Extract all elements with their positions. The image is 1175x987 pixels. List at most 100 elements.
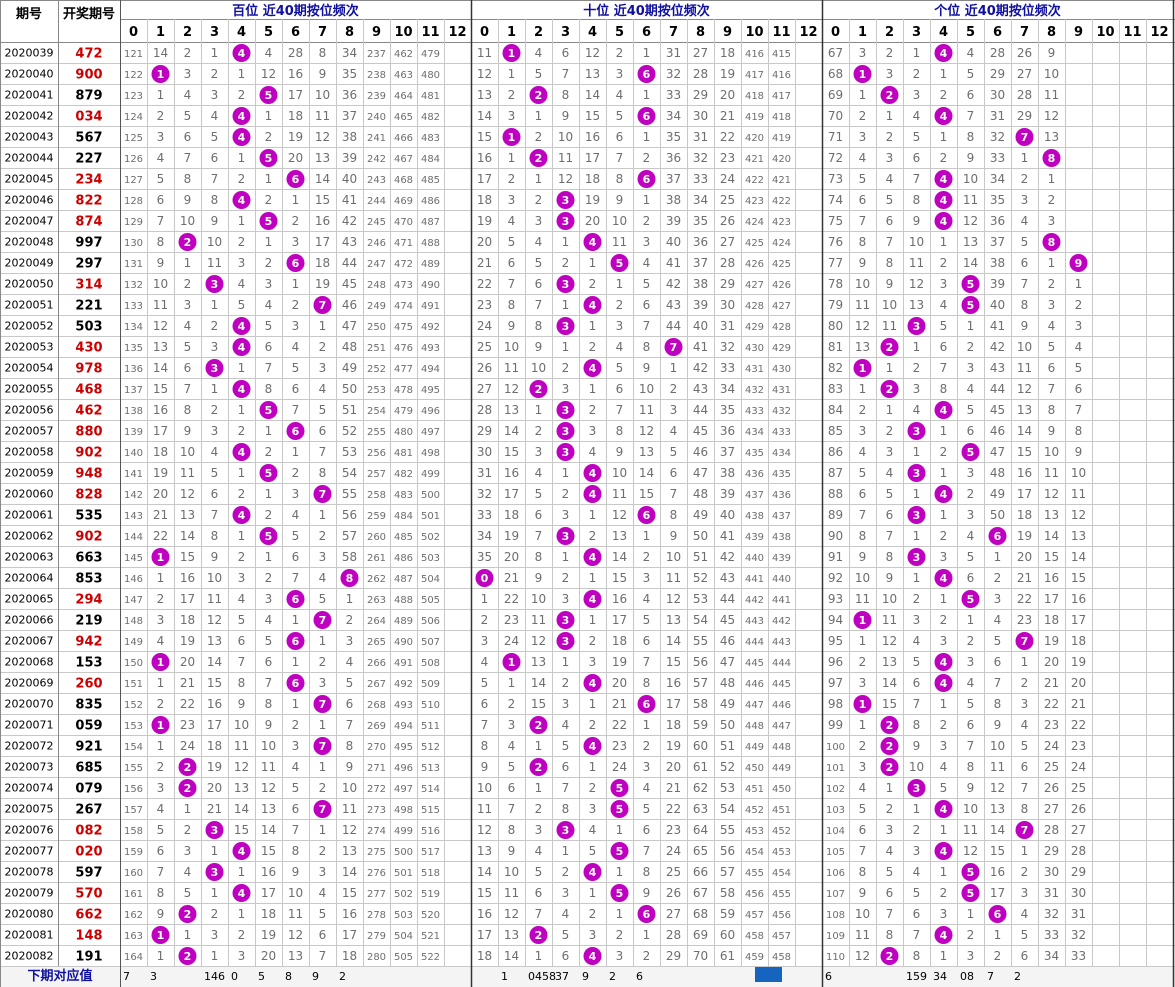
period-cell: 2020082	[5, 950, 54, 963]
miss-count: 423	[745, 196, 764, 207]
miss-count: 46	[342, 298, 357, 312]
hit-digit: 6	[643, 698, 651, 711]
digit-col-header: 11	[421, 25, 439, 40]
miss-count: 7	[292, 823, 300, 837]
miss-count: 428	[745, 301, 764, 312]
miss-count: 3	[265, 592, 273, 606]
miss-count: 488	[421, 238, 440, 249]
miss-count: 4	[967, 46, 975, 60]
miss-count: 53	[693, 592, 708, 606]
miss-count: 3	[157, 613, 165, 627]
miss-count: 416	[745, 49, 764, 60]
miss-count: 425	[745, 238, 764, 249]
miss-count: 483	[421, 133, 440, 144]
miss-count: 29	[990, 67, 1005, 81]
digit-col-header: 2	[534, 25, 543, 40]
miss-count: 49	[342, 361, 357, 375]
miss-count: 6	[481, 697, 489, 711]
miss-count: 7	[481, 718, 489, 732]
miss-count: 46	[990, 424, 1005, 438]
miss-count: 96	[828, 655, 843, 669]
miss-count: 492	[421, 322, 440, 333]
hit-digit: 5	[265, 404, 273, 417]
draw-number: 902	[75, 446, 102, 461]
hit-digit: 3	[913, 425, 921, 438]
miss-count: 8	[643, 865, 651, 879]
hit-digit: 3	[913, 467, 921, 480]
miss-count: 61	[720, 949, 735, 963]
miss-count: 419	[772, 133, 791, 144]
miss-count: 92	[828, 571, 843, 585]
miss-count: 60	[720, 928, 735, 942]
miss-count: 1	[616, 907, 624, 921]
draw-number: 234	[75, 173, 102, 188]
hit-digit: 4	[238, 845, 246, 858]
miss-count: 42	[720, 550, 735, 564]
hit-digit: 2	[886, 89, 894, 102]
miss-count: 6	[535, 277, 543, 291]
miss-count: 46	[720, 634, 735, 648]
miss-count: 501	[421, 511, 440, 522]
hit-digit: 3	[211, 866, 219, 879]
hit-digit: 8	[1048, 236, 1056, 249]
hit-digit: 2	[184, 761, 192, 774]
miss-count: 10	[909, 760, 924, 774]
draw-number: 314	[75, 278, 102, 293]
miss-count: 8	[508, 823, 516, 837]
miss-count: 37	[990, 235, 1005, 249]
period-cell: 2020070	[5, 698, 54, 711]
miss-count: 40	[342, 172, 357, 186]
miss-count: 44	[693, 403, 708, 417]
miss-count: 3	[562, 886, 570, 900]
miss-count: 7	[211, 508, 219, 522]
draw-number: 828	[75, 488, 102, 503]
miss-count: 505	[421, 595, 440, 606]
miss-count: 441	[745, 574, 764, 585]
miss-count: 22	[666, 802, 681, 816]
miss-count: 9	[211, 550, 219, 564]
miss-count: 47	[342, 319, 357, 333]
miss-count: 1	[913, 571, 921, 585]
miss-count: 7	[913, 697, 921, 711]
miss-count: 430	[745, 343, 764, 354]
miss-count: 1	[535, 739, 543, 753]
miss-count: 477	[394, 364, 413, 375]
miss-count: 435	[772, 469, 791, 480]
digit-col-header: 5	[615, 25, 624, 40]
miss-count: 13	[1044, 508, 1059, 522]
digit-col-header: 11	[772, 25, 790, 40]
miss-count: 11	[504, 886, 519, 900]
miss-count: 69	[828, 88, 843, 102]
miss-count: 18	[207, 739, 222, 753]
draw-number: 297	[75, 257, 102, 272]
footer-highlight-bar	[755, 967, 782, 982]
miss-count: 10	[855, 907, 870, 921]
miss-count: 1	[184, 256, 192, 270]
hit-digit: 3	[913, 509, 921, 522]
miss-count: 107	[826, 889, 845, 900]
miss-count: 3	[616, 319, 624, 333]
miss-count: 2	[886, 46, 894, 60]
miss-count: 5	[562, 739, 570, 753]
miss-count: 15	[477, 130, 492, 144]
miss-count: 466	[394, 133, 413, 144]
miss-count: 1	[508, 67, 516, 81]
miss-count: 39	[693, 298, 708, 312]
miss-count: 497	[421, 427, 440, 438]
miss-count: 2	[562, 865, 570, 879]
miss-count: 519	[421, 889, 440, 900]
miss-count: 4	[643, 592, 651, 606]
miss-count: 14	[261, 823, 276, 837]
miss-count: 1	[643, 46, 651, 60]
miss-count: 5	[1048, 340, 1056, 354]
miss-count: 433	[745, 406, 764, 417]
miss-count: 5	[535, 865, 543, 879]
miss-count: 5	[238, 613, 246, 627]
miss-count: 2	[643, 949, 651, 963]
miss-count: 129	[124, 217, 143, 228]
hit-digit: 5	[967, 887, 975, 900]
miss-count: 57	[342, 529, 357, 543]
hit-digit: 3	[913, 320, 921, 333]
miss-count: 3	[535, 823, 543, 837]
miss-count: 499	[394, 826, 413, 837]
